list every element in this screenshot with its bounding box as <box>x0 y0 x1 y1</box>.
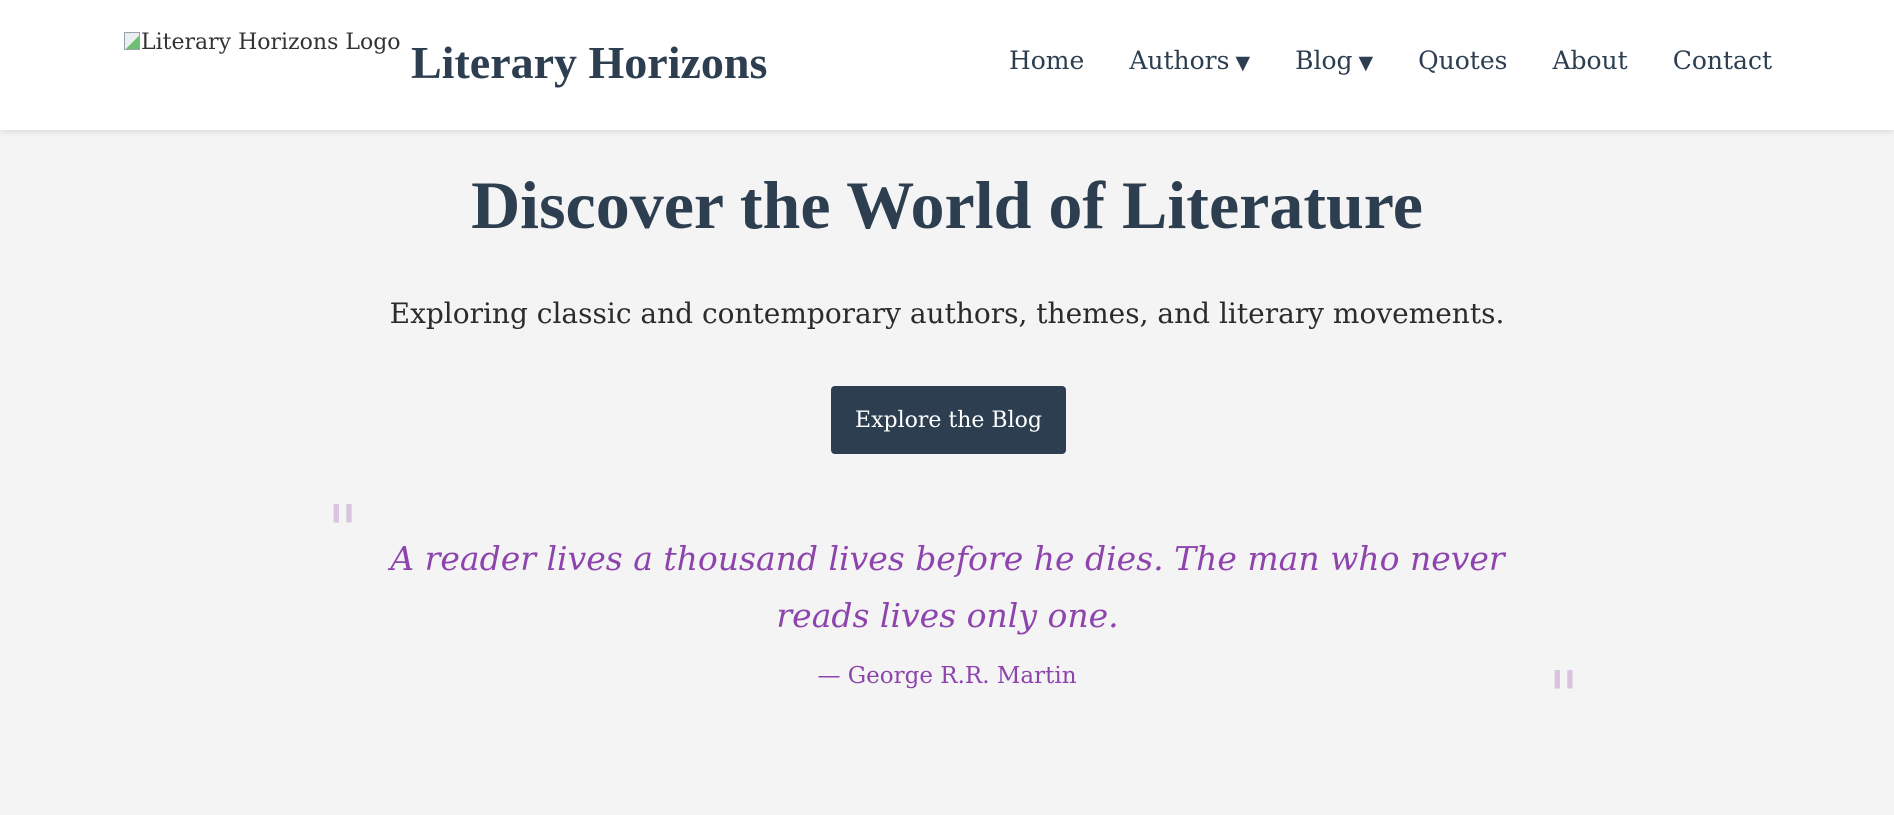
open-quote-icon: " <box>327 492 359 571</box>
nav-item-label: Blog <box>1295 46 1353 75</box>
nav-item-contact[interactable]: Contact <box>1673 46 1772 75</box>
quote-author: — George R.R. Martin <box>817 663 1077 689</box>
nav-item-quotes[interactable]: Quotes <box>1418 46 1507 75</box>
hero-title: Discover the World of Literature <box>471 167 1423 243</box>
site-logo[interactable]: Literary Horizons Logo <box>124 30 401 55</box>
nav-item-blog[interactable]: Blog ▼ <box>1295 46 1373 75</box>
explore-blog-button[interactable]: Explore the Blog <box>831 386 1066 454</box>
nav-item-label: Authors <box>1129 46 1230 75</box>
hero-subtitle: Exploring classic and contemporary autho… <box>389 297 1505 330</box>
broken-image-icon <box>124 31 140 50</box>
chevron-down-icon: ▼ <box>1358 52 1374 74</box>
nav-item-about[interactable]: About <box>1552 46 1627 75</box>
site-header: Literary Horizons Logo Literary Horizons… <box>0 0 1894 130</box>
nav-item-authors[interactable]: Authors ▼ <box>1129 46 1250 75</box>
logo-alt-text: Literary Horizons Logo <box>141 30 401 55</box>
nav-item-label: Quotes <box>1418 46 1508 75</box>
nav-item-label: Contact <box>1672 46 1772 75</box>
chevron-down-icon: ▼ <box>1235 52 1251 74</box>
nav-item-label: About <box>1552 46 1628 75</box>
close-quote-icon: " <box>1548 658 1580 737</box>
site-title[interactable]: Literary Horizons <box>411 36 767 89</box>
main-nav: Home Authors ▼ Blog ▼ Quotes About Contact <box>1009 46 1772 75</box>
featured-quote: A reader lives a thousand lives before h… <box>390 539 1505 635</box>
nav-item-home[interactable]: Home <box>1009 46 1084 75</box>
nav-item-label: Home <box>1008 46 1085 75</box>
